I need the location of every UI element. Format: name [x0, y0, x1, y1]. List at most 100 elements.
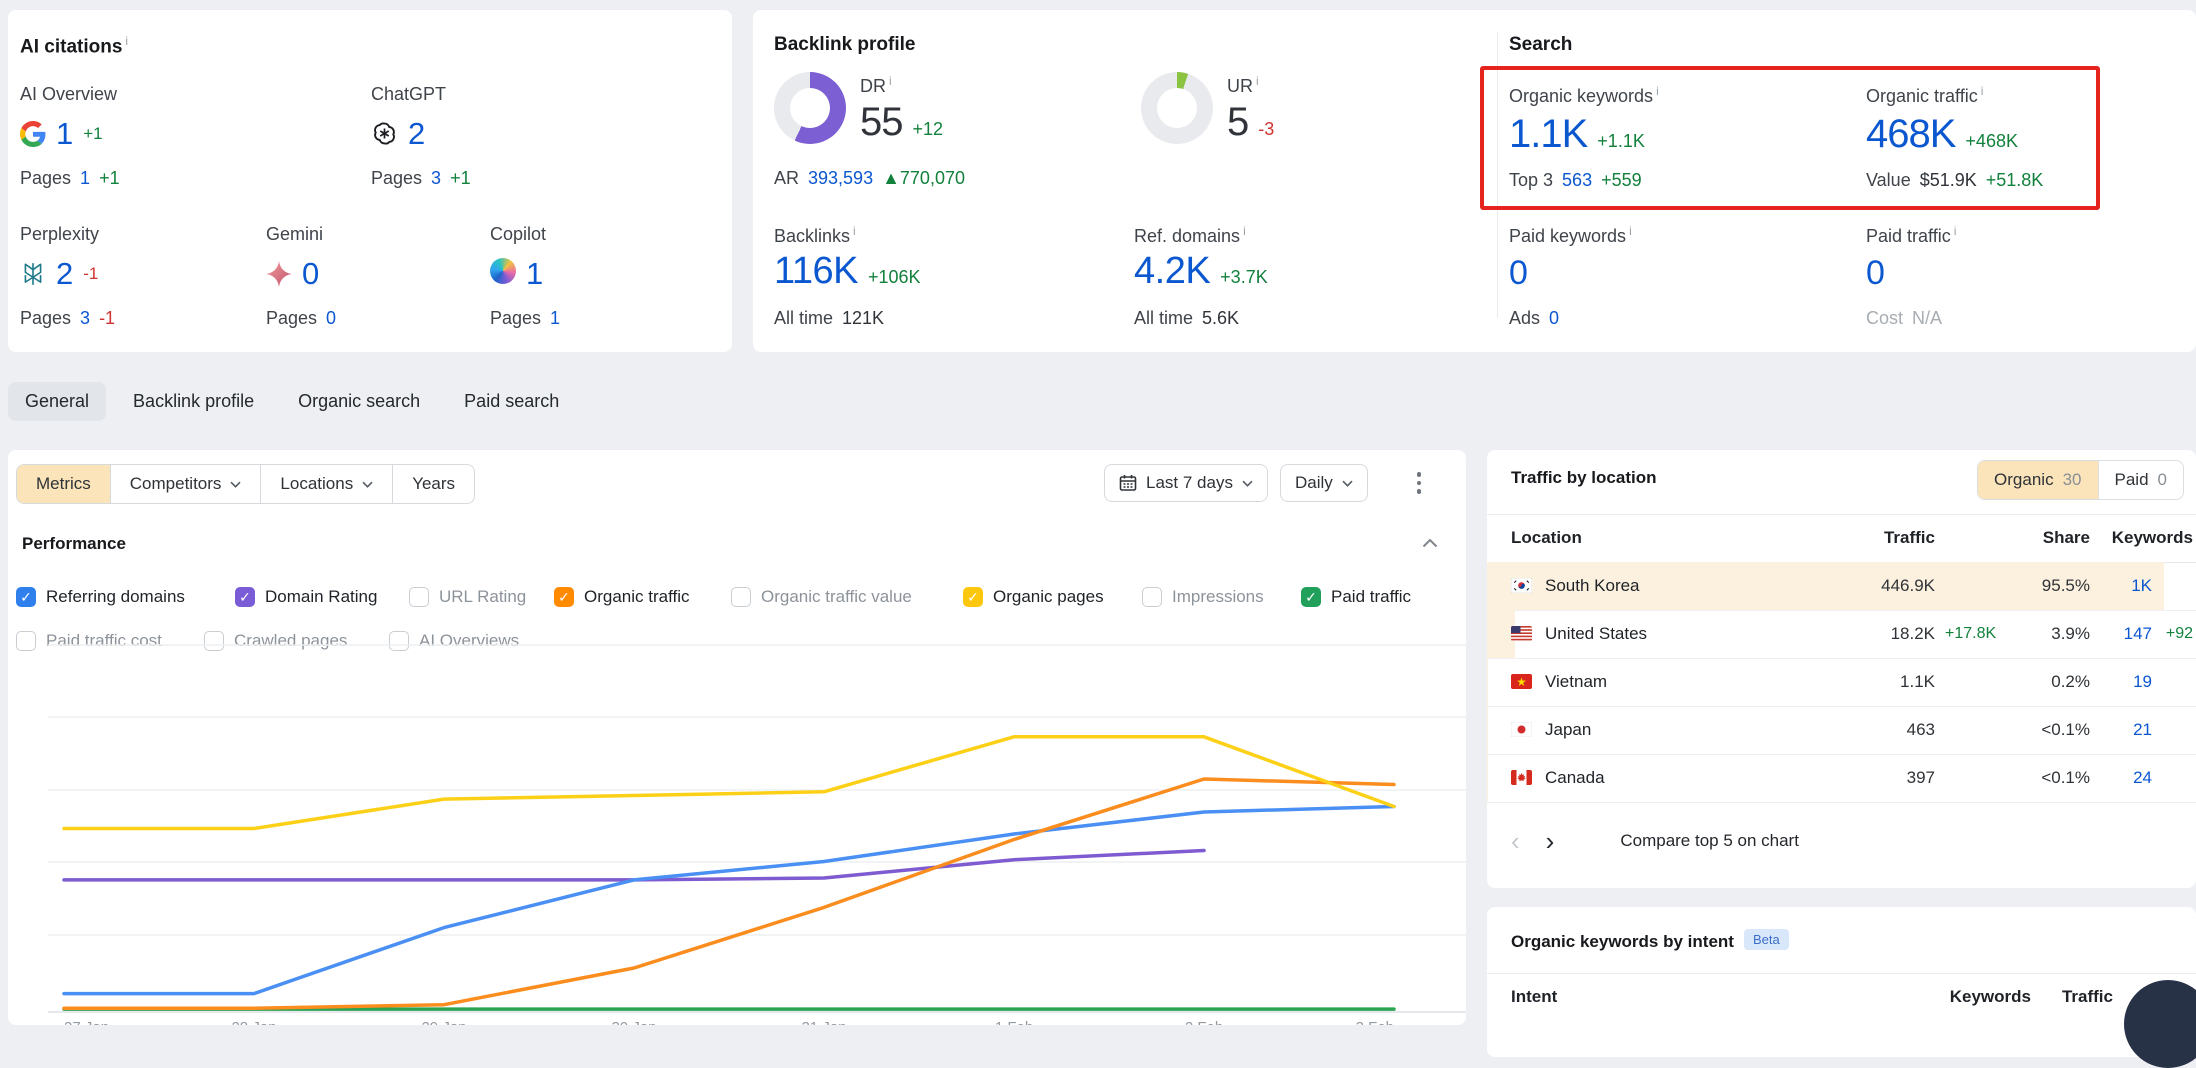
flag-ca-icon: [1511, 770, 1532, 785]
location-row-japan[interactable]: Japan463<0.1%21: [1487, 706, 2196, 755]
keywords-by-intent-card: Organic keywords by intentBeta Intent Ke…: [1487, 907, 2196, 1057]
checkbox-domain-rating[interactable]: ✓Domain Rating: [235, 586, 377, 608]
ads-value[interactable]: 0: [1549, 308, 1559, 329]
keywords-link[interactable]: 147: [2124, 610, 2152, 658]
share-value: 95.5%: [2042, 562, 2090, 610]
ref-domains-value[interactable]: 4.2K: [1134, 252, 1210, 290]
backlinks-value[interactable]: 116K: [774, 252, 858, 290]
share-value: <0.1%: [2041, 706, 2090, 754]
toggle-paid[interactable]: Paid0: [2098, 461, 2184, 499]
checkbox-referring-domains[interactable]: ✓Referring domains: [16, 586, 185, 608]
toggle-organic[interactable]: Organic30: [1978, 461, 2097, 499]
ai-item-value[interactable]: 2: [408, 118, 425, 149]
keywords-link[interactable]: 19: [2133, 658, 2152, 706]
info-icon[interactable]: i: [853, 224, 856, 238]
backlink-profile-title: Backlink profile: [774, 34, 916, 56]
share-value: 3.9%: [2051, 610, 2090, 658]
x-tick-label: 3 Feb: [1356, 1019, 1394, 1025]
compare-top5-link[interactable]: Compare top 5 on chart: [1620, 831, 1799, 851]
pages-label: Pages: [371, 168, 422, 189]
pages-value[interactable]: 0: [326, 308, 336, 329]
checkbox-paid-traffic[interactable]: ✓Paid traffic: [1301, 586, 1411, 608]
copilot-icon: [490, 258, 516, 289]
top3-delta: +559: [1601, 170, 1642, 191]
organic-keywords-value[interactable]: 1.1K: [1509, 114, 1587, 154]
segment-metrics[interactable]: Metrics: [17, 465, 111, 503]
ai-item-label-perplexity: Perplexity: [20, 224, 99, 245]
ai-item-value[interactable]: 1: [526, 258, 543, 289]
paid-keywords-value[interactable]: 0: [1509, 256, 1528, 290]
series-domain-rating: [64, 851, 1204, 880]
location-row-vietnam[interactable]: Vietnam 1.1K 0.2% 19: [1487, 658, 2196, 707]
dr-delta: +12: [913, 119, 944, 140]
checkbox-box: ✓: [554, 587, 574, 607]
organic-traffic-delta: +468K: [1965, 131, 2018, 152]
performance-section-title: Performance: [22, 534, 126, 554]
organic-traffic-value[interactable]: 468K: [1866, 114, 1955, 154]
more-options-button[interactable]: [1406, 464, 1432, 502]
perplexity-icon: [20, 261, 46, 287]
backlinks-delta: +106K: [868, 267, 921, 288]
tab-general[interactable]: General: [8, 382, 106, 421]
share-value: 0.2%: [2051, 658, 2090, 706]
url-rating-donut: [1141, 72, 1213, 144]
checkbox-impressions[interactable]: Impressions: [1142, 586, 1264, 608]
chevron-down-icon: [1342, 480, 1353, 487]
pages-value[interactable]: 3: [431, 168, 441, 189]
pages-value[interactable]: 1: [80, 168, 90, 189]
checkbox-box: ✓: [963, 587, 983, 607]
keywords-link[interactable]: 1K: [2131, 562, 2152, 610]
collapse-chevron-icon[interactable]: [1422, 538, 1438, 548]
location-name: Canada: [1545, 754, 1605, 802]
ai-item-value[interactable]: 1: [56, 118, 73, 149]
ai-item-value[interactable]: 2: [56, 258, 73, 289]
traffic-value: 446.9K: [1881, 562, 1935, 610]
tab-paid-search[interactable]: Paid search: [447, 382, 576, 421]
value-label: Value: [1866, 170, 1911, 191]
pages-label: Pages: [20, 168, 71, 189]
location-name: Vietnam: [1545, 658, 1607, 706]
keywords-link[interactable]: 21: [2133, 706, 2152, 754]
ai-item-value[interactable]: 0: [302, 258, 319, 289]
segment-competitors[interactable]: Competitors: [111, 465, 262, 503]
traffic-value: 397: [1907, 754, 1935, 802]
checkbox-organic-traffic-value[interactable]: Organic traffic value: [731, 586, 912, 608]
info-icon[interactable]: i: [125, 34, 128, 48]
share-highlight: [1487, 706, 1488, 754]
location-row-south-korea[interactable]: South Korea446.9K95.5%1K: [1487, 562, 2196, 611]
top3-value[interactable]: 563: [1562, 170, 1592, 191]
flag-vn-icon: [1511, 674, 1532, 689]
info-icon[interactable]: i: [1981, 84, 1984, 98]
segment-years[interactable]: Years: [393, 465, 474, 503]
keywords-link[interactable]: 24: [2133, 754, 2152, 802]
checkbox-organic-traffic[interactable]: ✓Organic traffic: [554, 586, 690, 608]
cost-value: N/A: [1912, 308, 1942, 329]
info-icon[interactable]: i: [1954, 224, 1957, 238]
checkbox-box: [731, 587, 751, 607]
filter-segmented-control: MetricsCompetitorsLocationsYears: [16, 464, 475, 504]
info-icon[interactable]: i: [1629, 224, 1632, 238]
keywords-delta: +92: [2166, 610, 2193, 658]
pages-value[interactable]: 1: [550, 308, 560, 329]
paid-traffic-value[interactable]: 0: [1866, 256, 1885, 290]
granularity-button[interactable]: Daily: [1280, 464, 1368, 502]
info-icon[interactable]: i: [889, 74, 892, 88]
location-row-canada[interactable]: Canada397<0.1%24: [1487, 754, 2196, 803]
info-icon[interactable]: i: [1656, 84, 1659, 98]
checkbox-url-rating[interactable]: URL Rating: [409, 586, 526, 608]
date-range-button[interactable]: Last 7 days: [1104, 464, 1268, 502]
info-icon[interactable]: i: [1256, 74, 1259, 88]
traffic-value: 1.1K: [1900, 658, 1935, 706]
next-page-button[interactable]: ›: [1546, 828, 1555, 854]
tab-organic-search[interactable]: Organic search: [281, 382, 437, 421]
ar-value[interactable]: 393,593: [808, 168, 873, 189]
tab-backlink-profile[interactable]: Backlink profile: [116, 382, 271, 421]
info-icon[interactable]: i: [1243, 224, 1246, 238]
traffic-delta: +17.8K: [1945, 610, 1996, 658]
location-row-united-states[interactable]: United States18.2K+17.8K3.9%147+92: [1487, 610, 2196, 659]
segment-locations[interactable]: Locations: [261, 465, 393, 503]
checkbox-organic-pages[interactable]: ✓Organic pages: [963, 586, 1104, 608]
pages-value[interactable]: 3: [80, 308, 90, 329]
prev-page-button[interactable]: ‹: [1511, 828, 1520, 854]
cost-label: Cost: [1866, 308, 1903, 329]
